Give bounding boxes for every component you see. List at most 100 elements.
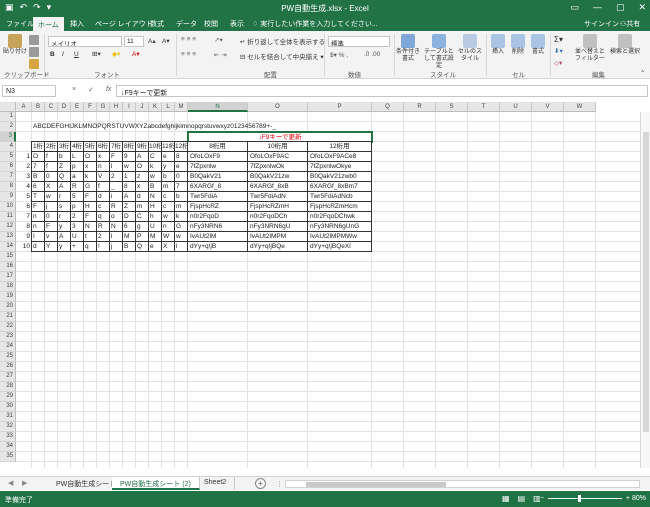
- password-10-cell[interactable]: FjspHcRZmH: [248, 202, 308, 212]
- cut-icon[interactable]: [29, 35, 39, 45]
- number-format-box[interactable]: 標準: [328, 36, 390, 47]
- char-cell[interactable]: H: [84, 202, 97, 212]
- row-header-21[interactable]: 21: [0, 312, 16, 322]
- char-cell[interactable]: b: [175, 192, 188, 202]
- password-12-cell[interactable]: Twr5FdiAdNcb: [308, 192, 372, 202]
- char-cell[interactable]: d: [136, 192, 149, 202]
- password-12-cell[interactable]: FjspHcRZmHcm: [308, 202, 372, 212]
- table-header-cell[interactable]: 12桁用: [308, 142, 372, 152]
- row-header-8[interactable]: 8: [0, 182, 16, 192]
- password-12-cell[interactable]: B0QakV21zwb0: [308, 172, 372, 182]
- paste-button[interactable]: 貼り付け: [3, 34, 27, 56]
- password-10-cell[interactable]: nFy3NRN6gU: [248, 222, 308, 232]
- char-cell[interactable]: 0: [45, 212, 58, 222]
- char-cell[interactable]: C: [149, 152, 162, 162]
- column-header-n[interactable]: N: [188, 102, 248, 112]
- table-header-cell[interactable]: 1桁: [32, 142, 45, 152]
- row-number-cell[interactable]: 3: [16, 172, 32, 182]
- row-header-27[interactable]: 27: [0, 372, 16, 382]
- row-header-6[interactable]: 6: [0, 162, 16, 172]
- column-header-u[interactable]: U: [500, 102, 532, 112]
- char-cell[interactable]: M: [149, 232, 162, 242]
- align-left-icon[interactable]: ≡ ≡ ≡: [181, 51, 196, 58]
- sheet-tab-pw2[interactable]: PW自動生成シート (2): [112, 477, 200, 490]
- horizontal-scroll-thumb[interactable]: [306, 482, 446, 487]
- row-header-24[interactable]: 24: [0, 342, 16, 352]
- row-header-29[interactable]: 29: [0, 392, 16, 402]
- collapse-ribbon-icon[interactable]: ⌃: [640, 69, 645, 77]
- tab-review[interactable]: 校閲: [204, 19, 218, 29]
- char-cell[interactable]: _: [110, 182, 123, 192]
- decrease-font-icon[interactable]: A▾: [162, 37, 170, 45]
- enter-icon[interactable]: ✓: [88, 86, 94, 94]
- table-header-cell[interactable]: 12桁: [175, 142, 188, 152]
- char-cell[interactable]: N: [110, 222, 123, 232]
- row-number-cell[interactable]: 7: [16, 212, 32, 222]
- char-cell[interactable]: O: [84, 152, 97, 162]
- password-8-cell[interactable]: 7fZpxnlw: [188, 162, 248, 172]
- password-12-cell[interactable]: n0r2FqoDChwk: [308, 212, 372, 222]
- vertical-scroll-thumb[interactable]: [643, 132, 649, 432]
- char-cell[interactable]: h: [149, 212, 162, 222]
- insert-cells-button[interactable]: 挿入: [489, 34, 507, 56]
- column-header-v[interactable]: V: [532, 102, 564, 112]
- column-header-b[interactable]: B: [32, 102, 45, 112]
- char-cell[interactable]: L: [71, 152, 84, 162]
- char-cell[interactable]: U: [71, 232, 84, 242]
- char-cell[interactable]: r: [58, 212, 71, 222]
- char-cell[interactable]: 0: [45, 172, 58, 182]
- next-sheet-icon[interactable]: ▶: [22, 479, 27, 487]
- column-header-c[interactable]: C: [45, 102, 58, 112]
- char-cell[interactable]: w: [175, 232, 188, 242]
- char-cell[interactable]: R: [110, 202, 123, 212]
- fill-color-icon[interactable]: ◆▾: [112, 50, 120, 58]
- password-10-cell[interactable]: dYy+q!jBQe: [248, 242, 308, 252]
- password-10-cell[interactable]: IvAUt2lMPM: [248, 232, 308, 242]
- row-header-12[interactable]: 12: [0, 222, 16, 232]
- row-number-cell[interactable]: 10: [16, 242, 32, 252]
- table-header-cell[interactable]: 8桁用: [188, 142, 248, 152]
- column-header-j[interactable]: J: [136, 102, 149, 112]
- char-cell[interactable]: n: [97, 162, 110, 172]
- fill-icon[interactable]: ⬇▾: [554, 47, 563, 55]
- zoom-out-icon[interactable]: −: [540, 495, 544, 502]
- vertical-scrollbar[interactable]: [640, 112, 650, 468]
- row-number-cell[interactable]: 5: [16, 192, 32, 202]
- password-10-cell[interactable]: B0QakV21zw: [248, 172, 308, 182]
- char-cell[interactable]: k: [149, 162, 162, 172]
- row-header-23[interactable]: 23: [0, 332, 16, 342]
- char-cell[interactable]: g: [136, 222, 149, 232]
- char-cell[interactable]: N: [84, 222, 97, 232]
- char-cell[interactable]: l: [110, 162, 123, 172]
- orientation-icon[interactable]: ↗▾: [214, 36, 223, 44]
- char-cell[interactable]: Z: [58, 162, 71, 172]
- column-header-o[interactable]: O: [248, 102, 308, 112]
- delete-cells-button[interactable]: 削除: [509, 34, 527, 56]
- password-8-cell[interactable]: B0QakV21: [188, 172, 248, 182]
- password-12-cell[interactable]: 7fZpxnlwOkye: [308, 162, 372, 172]
- wrap-text-button[interactable]: ↵ 折り返して全体を表示する: [240, 36, 325, 46]
- password-10-cell[interactable]: n0r2FqoDCh: [248, 212, 308, 222]
- char-cell[interactable]: F: [110, 152, 123, 162]
- horizontal-scrollbar[interactable]: [285, 480, 640, 488]
- column-header-m[interactable]: M: [175, 102, 188, 112]
- row-header-3[interactable]: 3: [0, 132, 16, 142]
- row-number-cell[interactable]: 9: [16, 232, 32, 242]
- table-header-cell[interactable]: 11桁: [162, 142, 175, 152]
- char-cell[interactable]: n: [32, 212, 45, 222]
- format-cells-button[interactable]: 書式: [529, 34, 547, 56]
- row-header-4[interactable]: 4: [0, 142, 16, 152]
- char-cell[interactable]: Y: [45, 242, 58, 252]
- minimize-icon[interactable]: —: [593, 2, 602, 13]
- conditional-formatting-button[interactable]: 条件付き書式: [396, 34, 420, 63]
- char-cell[interactable]: t: [84, 232, 97, 242]
- currency-icon[interactable]: $▾ % ,: [330, 51, 348, 59]
- char-cell[interactable]: 7: [175, 182, 188, 192]
- share-button[interactable]: ⚇共有: [620, 19, 640, 29]
- char-cell[interactable]: A: [58, 232, 71, 242]
- char-cell[interactable]: X: [45, 182, 58, 192]
- row-header-25[interactable]: 25: [0, 352, 16, 362]
- tab-file[interactable]: ファイル: [6, 19, 34, 29]
- column-header-t[interactable]: T: [468, 102, 500, 112]
- char-cell[interactable]: B: [149, 182, 162, 192]
